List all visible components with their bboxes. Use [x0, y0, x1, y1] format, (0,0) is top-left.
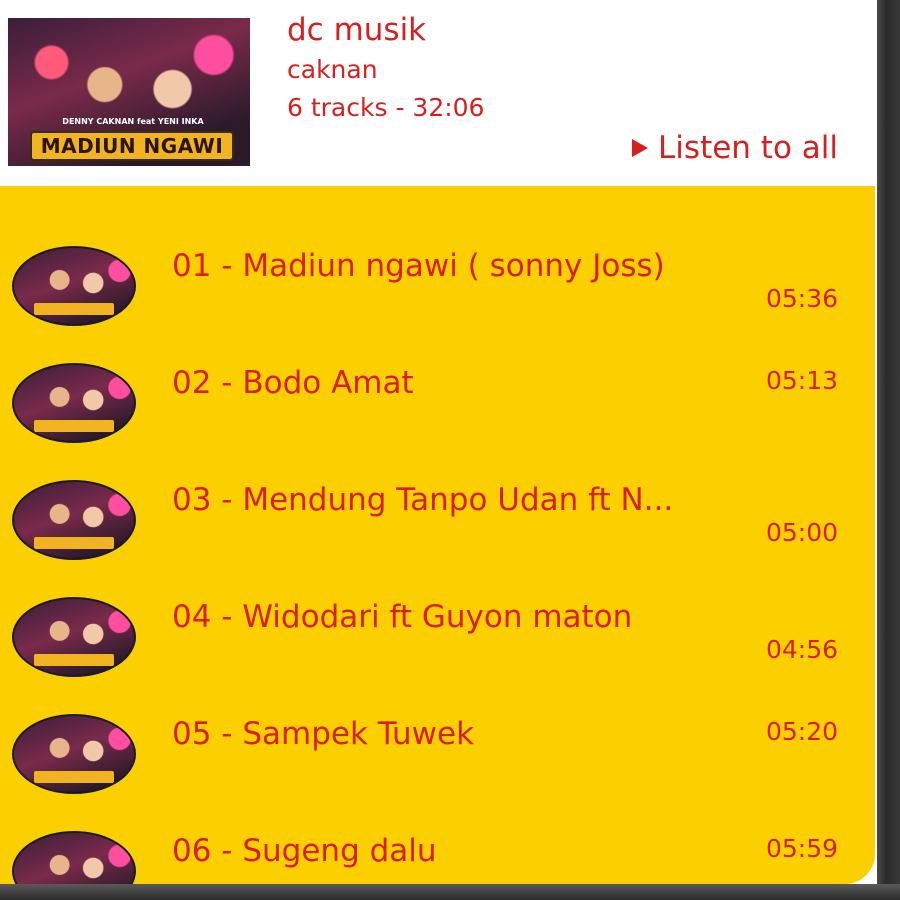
track-thumbnail [12, 597, 136, 677]
track-title: 01 - Madiun ngawi ( sonny Joss) [172, 248, 665, 284]
track-duration: 05:59 [765, 834, 838, 863]
track-title: 05 - Sampek Tuwek [172, 716, 475, 752]
album-meta: 6 tracks - 32:06 [287, 93, 485, 122]
track-duration: 05:13 [765, 366, 838, 395]
track-title: 06 - Sugeng dalu [172, 833, 437, 869]
album-artist: caknan [287, 55, 378, 84]
track-title: 04 - Widodari ft Guyon maton [172, 599, 633, 635]
track-row[interactable]: 05 - Sampek Tuwek 05:20 [0, 700, 875, 817]
track-title: 02 - Bodo Amat [172, 365, 414, 401]
device-bezel [877, 0, 900, 900]
track-thumbnail [12, 480, 136, 560]
play-icon [632, 139, 649, 157]
listen-to-all-label: Listen to all [658, 130, 838, 166]
track-title: 03 - Mendung Tanpo Udan ft N... [172, 482, 674, 518]
track-duration: 05:20 [765, 717, 838, 746]
album-cover[interactable]: DENNY CAKNAN feat YENI INKA MADIUN NGAWI [8, 18, 250, 166]
cover-artists: DENNY CAKNAN feat YENI INKA [62, 117, 204, 126]
track-list: 01 - Madiun ngawi ( sonny Joss) 05:36 02… [0, 186, 875, 884]
track-row[interactable]: 03 - Mendung Tanpo Udan ft N... 05:00 [0, 466, 875, 583]
track-thumbnail [12, 246, 136, 326]
listen-to-all-button[interactable]: Listen to all [632, 130, 838, 166]
device-bezel [0, 884, 900, 900]
track-thumbnail [12, 831, 136, 884]
track-thumbnail [12, 714, 136, 794]
album-header: DENNY CAKNAN feat YENI INKA MADIUN NGAWI… [0, 0, 875, 186]
app-screen: DENNY CAKNAN feat YENI INKA MADIUN NGAWI… [0, 0, 875, 884]
track-duration: 04:56 [765, 635, 838, 664]
cover-title: MADIUN NGAWI [30, 131, 234, 161]
track-duration: 05:00 [765, 518, 838, 547]
track-thumbnail [12, 363, 136, 443]
track-row[interactable]: 04 - Widodari ft Guyon maton 04:56 [0, 583, 875, 700]
track-duration: 05:36 [765, 284, 838, 313]
track-row[interactable]: 06 - Sugeng dalu 05:59 [0, 817, 875, 884]
album-name: dc musik [287, 12, 427, 48]
track-row[interactable]: 02 - Bodo Amat 05:13 [0, 349, 875, 466]
track-row[interactable]: 01 - Madiun ngawi ( sonny Joss) 05:36 [0, 232, 875, 349]
